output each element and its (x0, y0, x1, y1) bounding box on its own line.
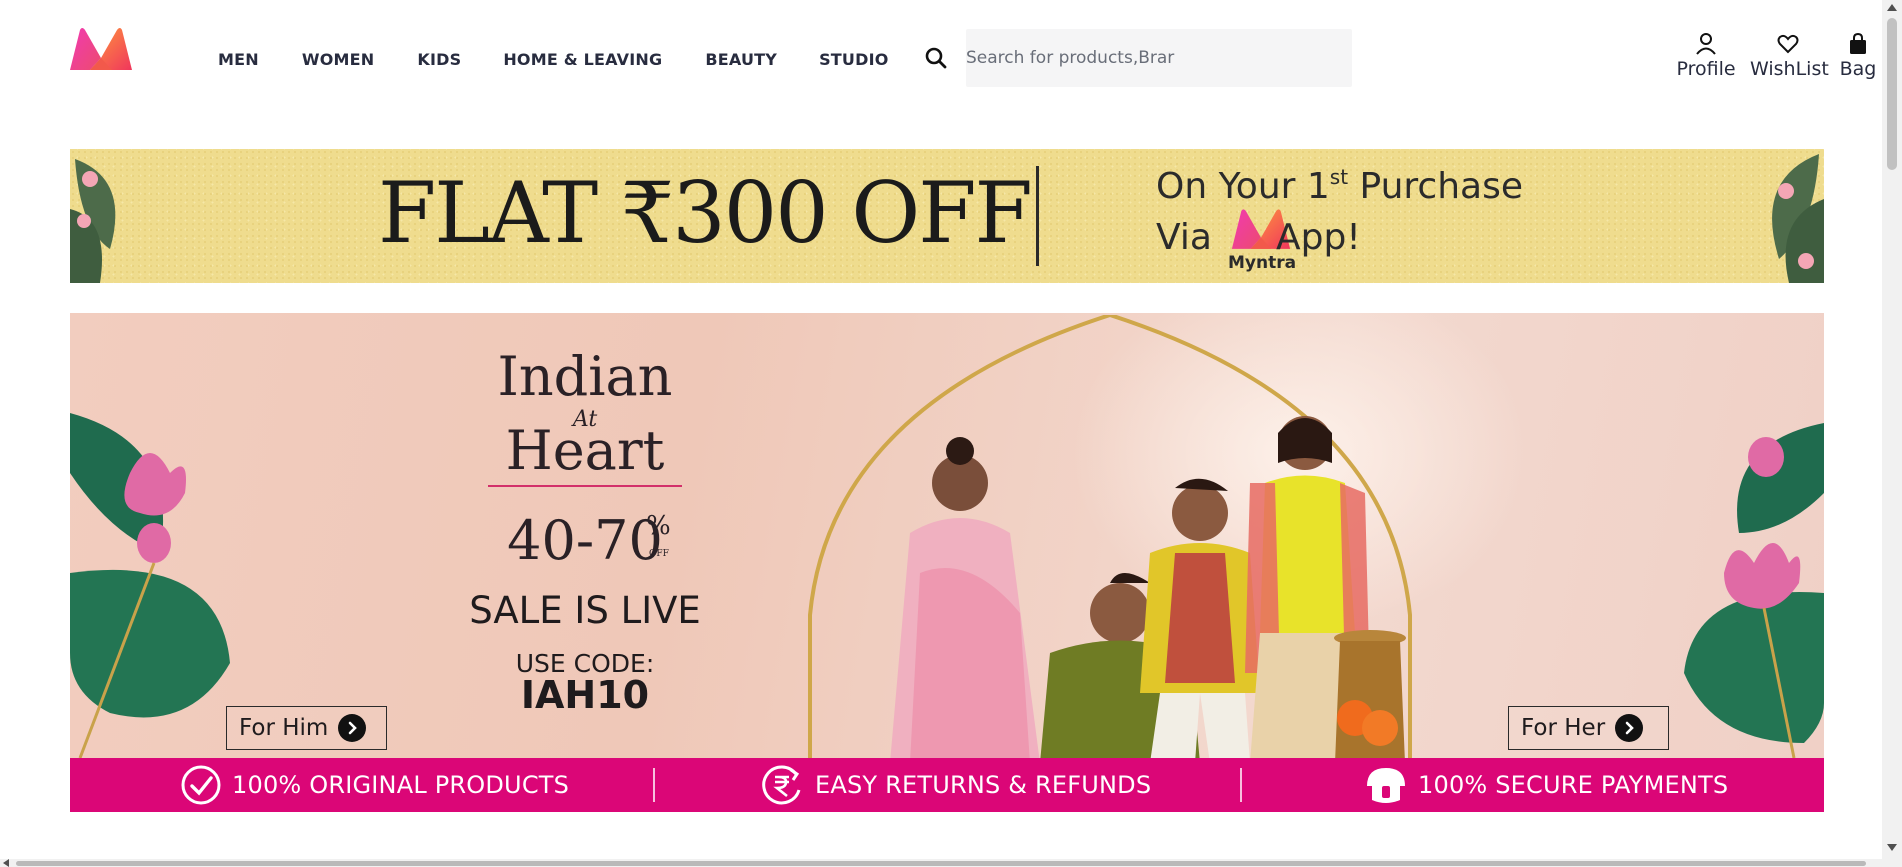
trust-secure: 100% SECURE PAYMENTS (1364, 758, 1728, 812)
scroll-up-icon[interactable] (1887, 4, 1897, 11)
main-nav: MEN WOMEN KIDS HOME & LEAVING BEAUTY STU… (218, 50, 889, 69)
leaf-decoration-right-icon (1772, 154, 1824, 283)
nav-women[interactable]: WOMEN (302, 50, 375, 69)
horizontal-scrollbar[interactable] (0, 859, 1882, 867)
hero-coupon-code: IAH10 (520, 673, 650, 717)
chevron-right-icon (1615, 714, 1644, 742)
bag-label: Bag (1839, 58, 1877, 80)
lotus-decoration-right-icon (1684, 423, 1824, 758)
leaf-decoration-left-icon (70, 159, 116, 283)
umbrella-shield-icon (1367, 768, 1405, 803)
hero-discount-pct: % (646, 511, 671, 541)
promo-via: Via (1156, 217, 1212, 258)
promo-line1-text: On Your 1 (1156, 166, 1330, 207)
hero-discount-off: OFF (649, 549, 669, 559)
promo-app: App! (1276, 217, 1361, 258)
trust-bar: 100% ORIGINAL PRODUCTS EASY RETURNS & RE… (70, 758, 1824, 812)
rupee-return-icon (762, 765, 801, 805)
trust-original: 100% ORIGINAL PRODUCTS (180, 758, 569, 812)
profile-icon (1696, 33, 1716, 55)
bag-icon (1850, 32, 1866, 54)
scroll-left-icon[interactable] (3, 859, 9, 867)
horizontal-scroll-thumb[interactable] (16, 861, 1866, 866)
bag-button[interactable]: Bag (1838, 32, 1878, 80)
profile-button[interactable]: Profile (1676, 32, 1736, 80)
trust-returns-label: EASY RETURNS & REFUNDS (815, 771, 1152, 799)
promo-headline: FLAT ₹300 OFF (378, 164, 1033, 262)
trust-returns: EASY RETURNS & REFUNDS (761, 758, 1151, 812)
vertical-scroll-thumb[interactable] (1887, 18, 1897, 170)
search-icon[interactable] (924, 46, 948, 70)
chevron-right-icon (338, 714, 367, 742)
for-him-label: For Him (239, 715, 329, 741)
for-her-label: For Her (1521, 715, 1606, 741)
promo-banner[interactable]: FLAT ₹300 OFF On Your 1st Purchase Via A… (70, 149, 1824, 283)
trust-divider (1240, 768, 1242, 802)
for-him-button[interactable]: For Him (226, 706, 387, 750)
promo-line1-sup: st (1329, 165, 1349, 189)
nav-studio[interactable]: STUDIO (819, 50, 888, 69)
nav-kids[interactable]: KIDS (417, 50, 461, 69)
scroll-down-icon[interactable] (1887, 844, 1897, 851)
for-her-button[interactable]: For Her (1508, 706, 1669, 750)
hero-sale-text: SALE IS LIVE (469, 589, 701, 632)
promo-brand: Myntra (1228, 253, 1297, 273)
heart-icon (1777, 34, 1799, 54)
hero-title-underline (488, 485, 682, 487)
hero-title-line1: Indian (497, 345, 673, 408)
nav-home-leaving[interactable]: HOME & LEAVING (503, 50, 662, 69)
wishlist-label: WishList (1750, 58, 1829, 80)
nav-men[interactable]: MEN (218, 50, 259, 69)
nav-beauty[interactable]: BEAUTY (705, 50, 777, 69)
trust-secure-label: 100% SECURE PAYMENTS (1418, 771, 1729, 799)
promo-divider (1036, 166, 1039, 266)
site-header: MEN WOMEN KIDS HOME & LEAVING BEAUTY STU… (0, 0, 1882, 120)
check-circle-icon (181, 765, 221, 805)
vertical-scrollbar[interactable] (1882, 0, 1902, 867)
hero-banner[interactable]: Indian At Heart 40-70 % OFF SALE IS LIVE… (70, 313, 1824, 758)
trust-original-label: 100% ORIGINAL PRODUCTS (232, 771, 570, 799)
hero-discount: 40-70 (507, 509, 663, 572)
wishlist-button[interactable]: WishList (1750, 32, 1829, 80)
trust-divider (653, 768, 655, 802)
promo-line1: On Your 1st Purchase (1156, 165, 1523, 207)
profile-label: Profile (1676, 58, 1736, 80)
search-input[interactable] (966, 29, 1352, 87)
hero-title-line2: Heart (505, 419, 665, 482)
myntra-logo-icon[interactable] (68, 26, 134, 76)
promo-line1-end: Purchase (1348, 166, 1523, 207)
